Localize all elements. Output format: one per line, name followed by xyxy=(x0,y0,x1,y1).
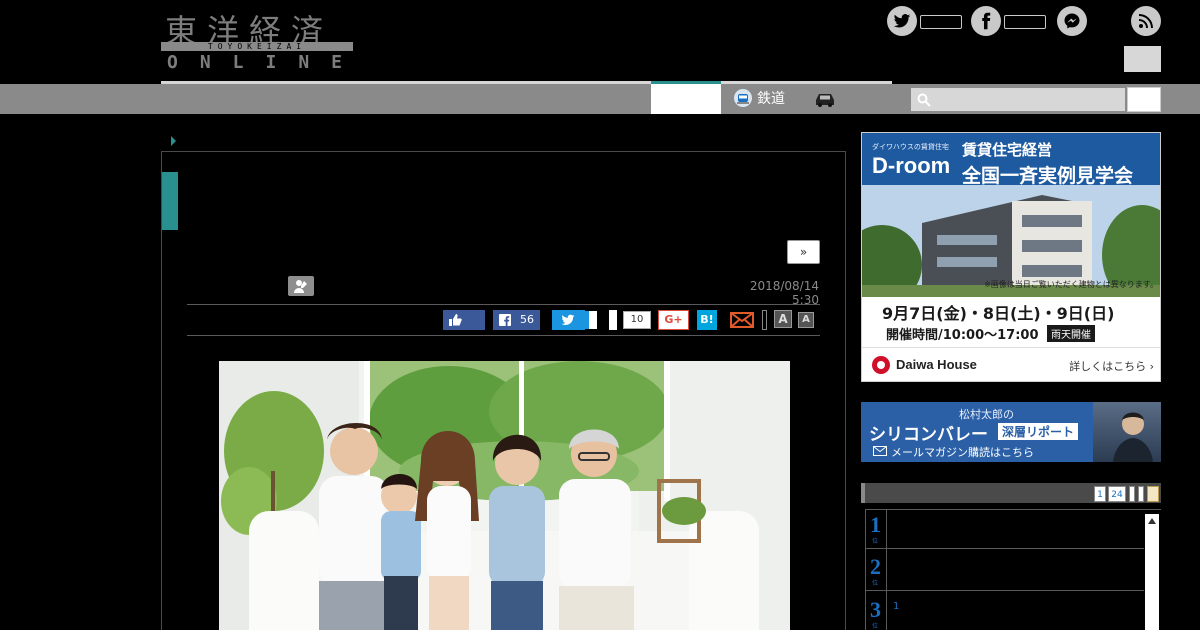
ranking-scrollbar[interactable] xyxy=(1145,514,1159,630)
messenger-icon xyxy=(1057,6,1087,36)
ad-droom-rain-badge: 雨天開催 xyxy=(1047,325,1095,342)
ad-droom-dates: 9月7日(金)・8日(土)・9日(日) xyxy=(882,304,1115,323)
facebook-share-count: 56 xyxy=(520,313,534,326)
next-page-button[interactable]: » xyxy=(787,240,820,264)
ranking-widget: 1 24 1 位 2 位 3 位 1 xyxy=(861,483,1161,630)
ranking-list: 1 位 2 位 3 位 1 xyxy=(865,509,1161,630)
logo-roman: TOYOKEIZAI xyxy=(161,42,353,51)
nav-item-rail[interactable]: 鉄道 xyxy=(733,88,785,108)
pocket-icon xyxy=(609,310,617,330)
print-button[interactable] xyxy=(762,310,767,330)
ad-droom-heading2: 全国一斉実例見学会 xyxy=(962,165,1134,187)
google-plus-button[interactable]: G+ xyxy=(658,310,689,330)
mail-small-icon xyxy=(873,446,887,456)
ad-silicon-cta: メールマガジン購読はこちら xyxy=(891,446,1034,459)
breadcrumb-arrow-icon xyxy=(171,136,176,146)
facebook-count xyxy=(1004,15,1046,29)
rank-3-unit: 位 xyxy=(872,623,879,630)
facebook-like-share-button[interactable] xyxy=(443,310,485,330)
facebook-like-button[interactable] xyxy=(971,6,1047,36)
nav-item-active[interactable] xyxy=(651,84,721,114)
article-hero-image xyxy=(219,361,790,630)
logo-online: ONLINE xyxy=(167,52,365,73)
search-icon xyxy=(917,93,931,107)
search-button[interactable] xyxy=(1127,87,1161,112)
facebook-icon xyxy=(971,6,1001,36)
facebook-share-button[interactable]: 56 xyxy=(493,310,540,330)
font-size-small-button[interactable]: A xyxy=(798,312,814,328)
twitter-follow-button[interactable] xyxy=(887,6,963,36)
article-container: » 2018/08/14 5:30 56 10 G+ B! A A xyxy=(161,151,846,630)
daiwa-house-logo-icon xyxy=(872,356,890,374)
site-logo[interactable]: 東洋経済 TOYOKEIZAI ONLINE xyxy=(161,8,355,73)
search-input[interactable] xyxy=(911,88,1125,111)
twitter-icon xyxy=(887,6,917,36)
rank-2-unit: 位 xyxy=(872,580,879,587)
train-icon xyxy=(734,89,752,107)
ad-droom-brand: Daiwa House xyxy=(896,357,977,372)
tweet-icon xyxy=(561,314,575,326)
author-icon[interactable] xyxy=(288,276,314,296)
font-size-large-button[interactable]: A xyxy=(774,310,792,328)
pocket-button[interactable]: 10 xyxy=(609,310,651,330)
publish-date: 2018/08/14 5:30 xyxy=(749,279,819,307)
twitter-count xyxy=(920,15,962,29)
ad-silicon-title: シリコンバレー xyxy=(869,425,988,445)
share-divider-bottom xyxy=(187,335,820,336)
thumbs-up-icon xyxy=(449,314,462,326)
ad-droom-hours: 開催時間/10:00〜17:00 xyxy=(886,328,1039,343)
messenger-button[interactable] xyxy=(1057,6,1087,36)
hatena-bookmark-button[interactable]: B! xyxy=(697,310,717,330)
rank-3-number: 3 xyxy=(870,597,881,622)
ad-droom-note: ※画像は当日ご覧いただく建物とは異なります。 xyxy=(984,280,1158,289)
scroll-up-icon[interactable] xyxy=(1148,518,1156,524)
menu-button[interactable] xyxy=(1124,46,1161,72)
ranking-tab-3[interactable] xyxy=(1129,486,1135,502)
ad-droom-banner: ダイワハウスの賃貸住宅 D-room 賃貸住宅経営 全国一斉実例見学会 ※画像は… xyxy=(862,133,1160,343)
rank-2-number: 2 xyxy=(870,554,881,579)
rss-icon[interactable] xyxy=(1131,6,1161,36)
mail-icon[interactable] xyxy=(730,310,754,330)
ad-droom-footer: Daiwa House 詳しくはこちら › xyxy=(862,347,1160,381)
ranking-tab-4[interactable] xyxy=(1138,486,1144,502)
rank-1-unit: 位 xyxy=(872,538,879,545)
global-nav: 鉄道 xyxy=(0,84,1200,114)
ad-droom-heading1: 賃貸住宅経営 xyxy=(962,141,1053,159)
ranking-tab-24[interactable]: 24 xyxy=(1108,486,1126,502)
facebook-share-icon xyxy=(499,314,511,326)
ranking-header: 1 24 xyxy=(861,483,1161,503)
ad-droom[interactable]: ダイワハウスの賃貸住宅 D-room 賃貸住宅経営 全国一斉実例見学会 ※画像は… xyxy=(861,132,1161,382)
title-accent-bar xyxy=(162,172,178,230)
ad-silicon-author-photo xyxy=(1093,402,1161,462)
ranking-tab-5[interactable] xyxy=(1147,486,1159,502)
ad-silicon-valley[interactable]: 松村太郎の シリコンバレー 深層リポート メールマガジン購読はこちら xyxy=(861,402,1161,462)
car-icon[interactable] xyxy=(813,90,837,112)
share-divider-top xyxy=(187,304,820,305)
ranking-tab-1[interactable]: 1 xyxy=(1094,486,1106,502)
rank-1-number: 1 xyxy=(870,512,881,537)
rank-3-title[interactable]: 1 xyxy=(893,601,899,612)
ad-droom-more-link[interactable]: 詳しくはこちら › xyxy=(1069,358,1154,374)
tweet-button[interactable] xyxy=(552,310,598,330)
ad-silicon-badge: 深層リポート xyxy=(998,423,1079,440)
ad-droom-logo: D-room xyxy=(872,153,951,178)
ad-droom-tagline: ダイワハウスの賃貸住宅 xyxy=(872,143,949,151)
nav-rail-label: 鉄道 xyxy=(757,91,785,107)
pocket-count: 10 xyxy=(623,311,651,329)
